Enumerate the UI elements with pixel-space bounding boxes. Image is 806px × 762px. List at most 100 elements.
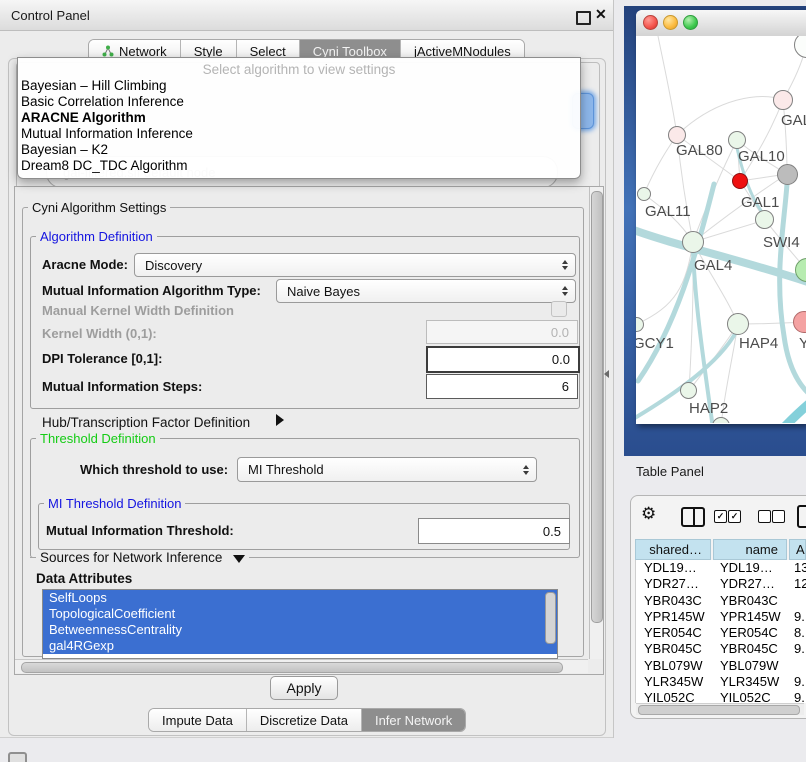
- network-canvas[interactable]: GAL GAL80 GAL10 GAL11 GAL1 SWI4 GAL4 GCY…: [636, 36, 806, 423]
- table-row[interactable]: YBR043CYBR043C: [636, 593, 806, 609]
- table-row[interactable]: YBR045CYBR045C9.: [636, 641, 806, 657]
- data-attribute-item[interactable]: SelfLoops: [43, 590, 557, 606]
- tab-impute-data[interactable]: Impute Data: [149, 709, 247, 731]
- table-row[interactable]: YBL079W YBL079W: [636, 658, 806, 674]
- cyni-algorithm-settings-title: Cyni Algorithm Settings: [28, 200, 170, 215]
- table-row[interactable]: YLR345WYLR345W9.: [636, 674, 806, 690]
- column-header-name[interactable]: name: [713, 539, 787, 560]
- mac-close-button[interactable]: [643, 15, 658, 30]
- table-body[interactable]: YDL19…YDL19…13YDR27…YDR27…12YBR043CYBR04…: [635, 560, 806, 703]
- network-node[interactable]: [773, 90, 793, 110]
- table-panel-title: Table Panel: [636, 464, 704, 479]
- table-row[interactable]: YDR27…YDR27…12: [636, 576, 806, 592]
- mi-steps-field[interactable]: 6: [426, 374, 578, 399]
- checkbox-unchecked-icon[interactable]: [758, 510, 771, 523]
- table-cell: 9.: [794, 609, 805, 624]
- checkbox-checked-icon[interactable]: ✓: [728, 510, 741, 523]
- algorithm-popup-item[interactable]: ARACNE Algorithm: [21, 110, 577, 126]
- table-row[interactable]: YDL19…YDL19…13: [636, 560, 806, 576]
- sources-title-text: Sources for Network Inference: [40, 550, 222, 565]
- settings-horizontal-scrollbar[interactable]: [15, 659, 588, 673]
- which-threshold-combobox[interactable]: MI Threshold: [237, 457, 537, 482]
- tab-discretize-data[interactable]: Discretize Data: [247, 709, 362, 731]
- manual-kernel-checkbox[interactable]: [551, 301, 567, 317]
- mac-zoom-button[interactable]: [683, 15, 698, 30]
- control-panel-title: Control Panel: [11, 8, 90, 23]
- data-attribute-item[interactable]: TopologicalCoefficient: [43, 606, 557, 622]
- tab-discretize-data-label: Discretize Data: [260, 713, 348, 728]
- algorithm-popup-item[interactable]: Bayesian – Hill Climbing: [21, 78, 577, 94]
- tab-infer-network[interactable]: Infer Network: [362, 709, 465, 731]
- algorithm-popup-placeholder: Select algorithm to view settings: [18, 62, 580, 77]
- table-hscroll-thumb[interactable]: [638, 705, 800, 715]
- aracne-mode-combobox[interactable]: Discovery: [134, 253, 576, 277]
- table-row[interactable]: YIL052CYIL052C9.: [636, 690, 806, 703]
- table-cell: YDR27…: [644, 576, 699, 591]
- panel-splitter-handle[interactable]: [604, 370, 609, 378]
- column-header-shared[interactable]: shared…: [635, 539, 711, 560]
- settings-hscroll-thumb[interactable]: [21, 662, 563, 673]
- node-label: Y: [799, 335, 806, 352]
- columns-icon[interactable]: [681, 507, 705, 527]
- mac-minimize-button[interactable]: [663, 15, 678, 30]
- bottom-divider: [0, 737, 613, 738]
- network-node[interactable]: [777, 164, 798, 185]
- node-label: GAL4: [694, 257, 732, 274]
- table-cell: YBR045C: [644, 641, 702, 656]
- mi-threshold-value: 0.5: [543, 524, 561, 539]
- gear-icon[interactable]: ⚙: [641, 504, 656, 524]
- restore-panel-icon[interactable]: [8, 752, 27, 762]
- algorithm-definition-title: Algorithm Definition: [36, 229, 157, 244]
- checkbox-unchecked-icon[interactable]: [772, 510, 785, 523]
- sources-title: Sources for Network Inference: [36, 550, 249, 565]
- data-attributes-list[interactable]: SelfLoopsTopologicalCoefficientBetweenne…: [42, 589, 558, 659]
- node-label: GAL11: [645, 203, 691, 220]
- hub-definition-label: Hub/Transcription Factor Definition: [42, 415, 250, 430]
- network-node[interactable]: [727, 313, 749, 335]
- combo-stepper-icon: [562, 286, 568, 296]
- kernel-width-field[interactable]: 0.0: [426, 320, 578, 344]
- hub-expand-arrow-icon[interactable]: [276, 414, 284, 426]
- settings-vscroll-thumb[interactable]: [591, 191, 603, 623]
- table-row[interactable]: YPR145WYPR145W9.: [636, 609, 806, 625]
- algorithm-popup-item[interactable]: Basic Correlation Inference: [21, 94, 577, 110]
- data-attribute-item[interactable]: BetweennessCentrality: [43, 622, 557, 638]
- network-node[interactable]: [682, 231, 704, 253]
- mi-type-combobox[interactable]: Naive Bayes: [276, 279, 576, 303]
- dpi-tolerance-field[interactable]: 0.0: [426, 346, 580, 373]
- node-label: GCY1: [636, 335, 674, 352]
- tab-infer-network-label: Infer Network: [375, 713, 452, 728]
- network-node[interactable]: [637, 187, 651, 201]
- network-node[interactable]: [728, 131, 746, 149]
- algorithm-popup-item[interactable]: Mutual Information Inference: [21, 126, 577, 142]
- table-cell: YBL079W: [644, 658, 703, 673]
- close-icon[interactable]: ✕: [595, 6, 607, 23]
- table-cell: YIL052C: [720, 690, 771, 703]
- algorithm-popup-item[interactable]: Dream8 DC_TDC Algorithm: [21, 158, 577, 174]
- network-node[interactable]: [680, 382, 697, 399]
- node-label: GAL80: [676, 142, 723, 159]
- data-attribute-item[interactable]: gal4RGexp: [43, 638, 557, 654]
- apply-button[interactable]: Apply: [270, 676, 338, 700]
- table-cell: YBR043C: [644, 593, 702, 608]
- table-horizontal-scrollbar[interactable]: [636, 703, 804, 715]
- table-cell: YPR145W: [644, 609, 705, 624]
- table-row[interactable]: YER054CYER054C8.: [636, 625, 806, 641]
- node-label: HAP2: [689, 400, 728, 417]
- float-window-icon[interactable]: [576, 11, 591, 25]
- network-node-selected[interactable]: [732, 173, 748, 189]
- table-cell: YBL079W: [720, 658, 779, 673]
- aracne-mode-value: Discovery: [145, 258, 202, 273]
- sources-collapse-arrow-icon[interactable]: [233, 555, 245, 563]
- settings-vertical-scrollbar[interactable]: [589, 187, 603, 659]
- mi-threshold-field[interactable]: 0.5: [418, 518, 570, 544]
- column-header-clipped[interactable]: A: [789, 539, 806, 560]
- clipped-toolbar-icon[interactable]: [797, 505, 806, 528]
- threshold-definition-title: Threshold Definition: [36, 431, 160, 446]
- checkbox-checked-icon[interactable]: ✓: [714, 510, 727, 523]
- table-cell: YBR045C: [720, 641, 778, 656]
- network-node[interactable]: [755, 210, 774, 229]
- algorithm-popup-item[interactable]: Bayesian – K2: [21, 142, 577, 158]
- which-threshold-value: MI Threshold: [248, 462, 324, 477]
- attributes-scrollbar-thumb[interactable]: [545, 592, 556, 644]
